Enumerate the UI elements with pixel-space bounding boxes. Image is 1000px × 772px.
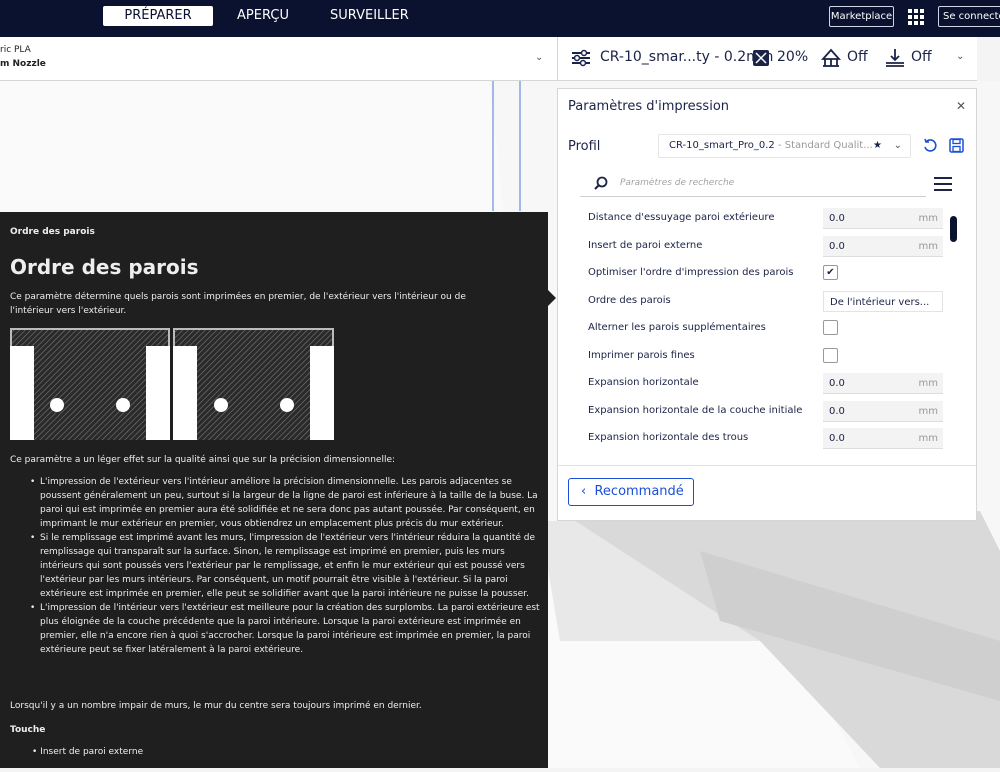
tooltip-bullet: L'impression de l'intérieur vers l'extér… (30, 601, 540, 657)
tooltip-bullet: L'impression de l'extérieur vers l'intér… (30, 475, 540, 531)
setting-unit: mm (918, 378, 938, 389)
profile-summary: CR-10_smar...ty - 0.2mm (600, 49, 774, 65)
apps-grid-icon[interactable] (907, 8, 925, 26)
tooltip-affects-heading: Touche (10, 725, 46, 735)
support-value: Off (847, 49, 868, 65)
adhesion-value: Off (911, 49, 932, 65)
setting-dropdown[interactable]: De l'intérieur vers... (823, 291, 943, 312)
setting-row: Distance d'essuyage paroi extérieure 0.0… (588, 208, 943, 230)
setting-input[interactable]: 0.0 mm (823, 401, 943, 422)
setting-label: Imprimer parois fines (588, 350, 695, 361)
setting-row: Expansion horizontale 0.0 mm (588, 373, 943, 395)
setting-checkbox[interactable] (823, 348, 838, 363)
setting-unit: mm (918, 433, 938, 444)
settings-search-field[interactable]: Paramètres de recherche (580, 170, 926, 197)
tooltip-note: Lorsqu'il y a un nombre impair de murs, … (10, 701, 422, 711)
recommended-label: Recommandé (594, 484, 684, 499)
setting-label: Ordre des parois (588, 295, 671, 306)
nozzle-name: m Nozzle (0, 59, 46, 69)
settings-scrollbar[interactable] (950, 216, 957, 242)
tooltip-bullets: L'impression de l'extérieur vers l'intér… (30, 475, 540, 657)
setting-checkbox[interactable] (823, 320, 838, 335)
tab-monitor[interactable]: SURVEILLER (330, 6, 409, 26)
setting-unit: mm (918, 406, 938, 417)
illustration-panel-right (173, 328, 334, 440)
material-selector[interactable]: ric PLA m Nozzle ⌄ (0, 37, 557, 81)
setting-label: Expansion horizontale des trous (588, 432, 749, 443)
illustration-panel-left (10, 328, 170, 440)
setting-row: Expansion horizontale des trous 0.0 mm (588, 428, 943, 450)
setting-input[interactable]: 0.0 mm (823, 373, 943, 394)
setting-label: Expansion horizontale de la couche initi… (588, 405, 803, 416)
profile-dropdown[interactable]: CR-10_smart_Pro_0.2 - Standard Qualit...… (658, 134, 911, 158)
divider (558, 465, 976, 466)
setting-input[interactable]: 0.0 mm (823, 428, 943, 449)
setting-value: 0.0 (829, 378, 845, 389)
setting-label: Insert de paroi externe (588, 240, 703, 251)
chevron-down-icon[interactable]: ⌄ (894, 135, 902, 157)
setting-row: Expansion horizontale de la couche initi… (588, 401, 943, 423)
top-bar: PRÉPARER APERÇU SURVEILLER Marketplace S… (0, 0, 1000, 37)
setting-input[interactable]: 0.0 mm (823, 236, 943, 257)
save-icon[interactable] (949, 138, 964, 153)
setting-label: Distance d'essuyage paroi extérieure (588, 212, 775, 223)
setting-row: Imprimer parois fines (588, 346, 943, 368)
chevron-left-icon: ‹ (581, 484, 587, 499)
tooltip-intro: Ce paramètre a un léger effet sur la qua… (10, 455, 396, 465)
tooltip-arrow (548, 290, 556, 306)
setting-row: Ordre des parois De l'intérieur vers... (588, 291, 943, 313)
close-icon[interactable]: ✕ (956, 99, 966, 113)
setting-label: Optimiser l'ordre d'impression des paroi… (588, 267, 794, 278)
tooltip-affects-item: • Insert de paroi externe (32, 747, 144, 757)
profile-quality: - Standard Qualit... (774, 140, 873, 151)
recommended-button[interactable]: ‹ Recommandé (568, 478, 694, 506)
tab-prepare[interactable]: PRÉPARER (103, 6, 213, 26)
search-icon (594, 176, 608, 190)
infill-icon (753, 50, 769, 66)
menu-icon[interactable] (934, 176, 952, 192)
wall-order-illustration (10, 328, 334, 440)
print-settings-panel: Paramètres d'impression ✕ Profil CR-10_s… (557, 88, 977, 521)
search-placeholder: Paramètres de recherche (620, 178, 735, 188)
tooltip-bullet: Si le remplissage est imprimé avant les … (30, 531, 540, 601)
profile-label: Profil (568, 139, 601, 154)
settings-sliders-icon (572, 49, 590, 67)
tooltip-title: Ordre des parois (10, 255, 199, 279)
chevron-down-icon[interactable]: ⌄ (535, 52, 543, 63)
setting-unit: mm (918, 213, 938, 224)
tab-preview[interactable]: APERÇU (233, 6, 293, 26)
print-settings-bar[interactable]: CR-10_smar...ty - 0.2mm 20% Off Off ⌄ (557, 37, 977, 81)
profile-name: CR-10_smart_Pro_0.2 (669, 140, 775, 151)
setting-value: 0.0 (829, 213, 845, 224)
material-name: ric PLA (0, 45, 31, 55)
setting-label: Expansion horizontale (588, 377, 699, 388)
setting-value: De l'intérieur vers... (830, 297, 930, 308)
infill-value: 20% (777, 49, 809, 65)
affects-item-label: Insert de paroi externe (40, 747, 144, 757)
sign-in-button[interactable]: Se connecter (938, 6, 1000, 27)
setting-value: 0.0 (829, 433, 845, 444)
setting-checkbox[interactable]: ✔ (823, 265, 838, 280)
tooltip-small-title: Ordre des parois (10, 227, 95, 237)
tooltip-description: Ce paramètre détermine quels parois sont… (10, 292, 466, 316)
setting-input[interactable]: 0.0 mm (823, 208, 943, 229)
setting-row: Insert de paroi externe 0.0 mm (588, 236, 943, 258)
support-icon (820, 48, 842, 67)
setting-row: Optimiser l'ordre d'impression des paroi… (588, 263, 943, 285)
chevron-down-icon[interactable]: ⌄ (956, 51, 964, 62)
star-icon[interactable]: ★ (873, 135, 882, 157)
adhesion-icon (886, 49, 904, 67)
setting-row: Alterner les parois supplémentaires (588, 318, 943, 340)
setting-unit: mm (918, 241, 938, 252)
setting-value: 0.0 (829, 241, 845, 252)
panel-title: Paramètres d'impression (568, 99, 730, 114)
marketplace-button[interactable]: Marketplace (829, 6, 894, 27)
reset-icon[interactable] (922, 138, 938, 154)
setting-value: 0.0 (829, 406, 845, 417)
setting-tooltip: Ordre des parois Ordre des parois Ce par… (0, 212, 548, 768)
setting-label: Alterner les parois supplémentaires (588, 322, 766, 333)
